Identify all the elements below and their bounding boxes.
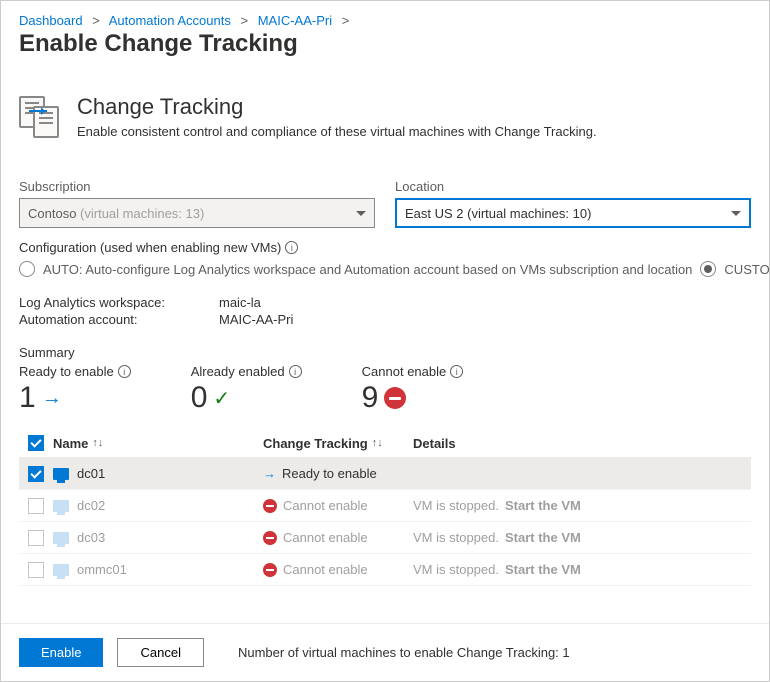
row-checkbox bbox=[28, 498, 44, 514]
footer-text: Number of virtual machines to enable Cha… bbox=[238, 645, 570, 660]
breadcrumb-link-automation-accounts[interactable]: Automation Accounts bbox=[109, 13, 231, 28]
blocked-icon bbox=[384, 387, 406, 409]
chevron-right-icon: > bbox=[342, 13, 350, 28]
chevron-down-icon bbox=[731, 211, 741, 216]
chevron-right-icon: > bbox=[241, 13, 249, 28]
col-name[interactable]: Name bbox=[53, 436, 88, 451]
detail-text: VM is stopped. bbox=[413, 562, 499, 577]
detail-text: VM is stopped. bbox=[413, 498, 499, 513]
ct-status: Cannot enable bbox=[283, 498, 368, 513]
table-row[interactable]: dc02 Cannot enable VM is stopped. Start the… bbox=[19, 490, 751, 522]
la-workspace-key: Log Analytics workspace: bbox=[19, 295, 219, 310]
table-row[interactable]: dc01 → Ready to enable bbox=[19, 458, 751, 490]
vm-table: Name ↑↓ Change Tracking ↑↓ Details dc01 →… bbox=[19, 429, 751, 586]
ct-status: Cannot enable bbox=[283, 530, 368, 545]
info-icon[interactable]: i bbox=[289, 365, 302, 378]
breadcrumb-link-maic-aa-pri[interactable]: MAIC-AA-Pri bbox=[258, 13, 332, 28]
radio-auto-label: AUTO: Auto-configure Log Analytics works… bbox=[43, 262, 692, 277]
blocked-icon bbox=[263, 531, 277, 545]
summary-cannot-count: 9 bbox=[362, 381, 379, 415]
change-tracking-icon bbox=[19, 96, 61, 138]
table-row[interactable]: dc03 Cannot enable VM is stopped. Start the… bbox=[19, 522, 751, 554]
subscription-suffix: (virtual machines: 13) bbox=[80, 206, 204, 221]
col-details: Details bbox=[413, 436, 456, 451]
arrow-right-icon: → bbox=[42, 387, 62, 410]
vm-name: dc02 bbox=[77, 498, 105, 513]
arrow-right-icon: → bbox=[263, 466, 276, 481]
start-vm-link[interactable]: Start the VM bbox=[505, 530, 581, 545]
vm-name: ommc01 bbox=[77, 562, 127, 577]
vm-name: dc01 bbox=[77, 466, 105, 481]
ct-status: Ready to enable bbox=[282, 466, 377, 481]
vm-icon bbox=[53, 564, 69, 576]
subscription-select[interactable]: Contoso (virtual machines: 13) bbox=[19, 198, 375, 228]
footer: Enable Cancel Number of virtual machines… bbox=[1, 623, 769, 681]
chevron-down-icon bbox=[356, 211, 366, 216]
page-title: Enable Change Tracking bbox=[19, 30, 751, 58]
summary-ready-label: Ready to enable bbox=[19, 364, 114, 379]
blocked-icon bbox=[263, 499, 277, 513]
breadcrumb: Dashboard > Automation Accounts > MAIC-A… bbox=[19, 13, 751, 28]
section-description: Enable consistent control and compliance… bbox=[77, 124, 597, 139]
la-workspace-val: maic-la bbox=[219, 295, 261, 310]
subscription-value: Contoso bbox=[28, 206, 76, 221]
sort-icon[interactable]: ↑↓ bbox=[372, 437, 383, 449]
vm-icon bbox=[53, 532, 69, 544]
configuration-label: Configuration (used when enabling new VM… bbox=[19, 240, 281, 255]
info-icon[interactable]: i bbox=[450, 365, 463, 378]
radio-custom-label: CUSTOM: bbox=[724, 262, 769, 277]
detail-text: VM is stopped. bbox=[413, 530, 499, 545]
vm-icon bbox=[53, 468, 69, 480]
blocked-icon bbox=[263, 563, 277, 577]
summary-cannot-label: Cannot enable bbox=[362, 364, 447, 379]
summary-already-label: Already enabled bbox=[191, 364, 285, 379]
radio-auto[interactable] bbox=[19, 261, 35, 277]
row-checkbox[interactable] bbox=[28, 466, 44, 482]
chevron-right-icon: > bbox=[92, 13, 100, 28]
subscription-label: Subscription bbox=[19, 179, 375, 194]
location-value: East US 2 (virtual machines: 10) bbox=[405, 206, 591, 221]
enable-button[interactable]: Enable bbox=[19, 638, 103, 667]
check-icon: ✓ bbox=[213, 386, 230, 411]
start-vm-link[interactable]: Start the VM bbox=[505, 498, 581, 513]
summary-already-count: 0 bbox=[191, 381, 208, 415]
location-label: Location bbox=[395, 179, 751, 194]
select-all-checkbox[interactable] bbox=[28, 435, 44, 451]
cancel-button[interactable]: Cancel bbox=[117, 638, 203, 667]
ct-status: Cannot enable bbox=[283, 562, 368, 577]
info-icon[interactable]: i bbox=[118, 365, 131, 378]
col-change-tracking[interactable]: Change Tracking bbox=[263, 436, 368, 451]
summary-ready-count: 1 bbox=[19, 381, 36, 415]
row-checkbox bbox=[28, 530, 44, 546]
automation-account-val: MAIC-AA-Pri bbox=[219, 312, 293, 327]
breadcrumb-link-dashboard[interactable]: Dashboard bbox=[19, 13, 83, 28]
info-icon[interactable]: i bbox=[285, 241, 298, 254]
location-select[interactable]: East US 2 (virtual machines: 10) bbox=[395, 198, 751, 228]
section-title: Change Tracking bbox=[77, 94, 597, 120]
table-row[interactable]: ommc01 Cannot enable VM is stopped. Start t… bbox=[19, 554, 751, 586]
row-checkbox bbox=[28, 562, 44, 578]
summary-heading: Summary bbox=[19, 345, 751, 360]
sort-icon[interactable]: ↑↓ bbox=[92, 437, 103, 449]
automation-account-key: Automation account: bbox=[19, 312, 219, 327]
vm-icon bbox=[53, 500, 69, 512]
vm-name: dc03 bbox=[77, 530, 105, 545]
radio-custom[interactable] bbox=[700, 261, 716, 277]
start-vm-link[interactable]: Start the VM bbox=[505, 562, 581, 577]
